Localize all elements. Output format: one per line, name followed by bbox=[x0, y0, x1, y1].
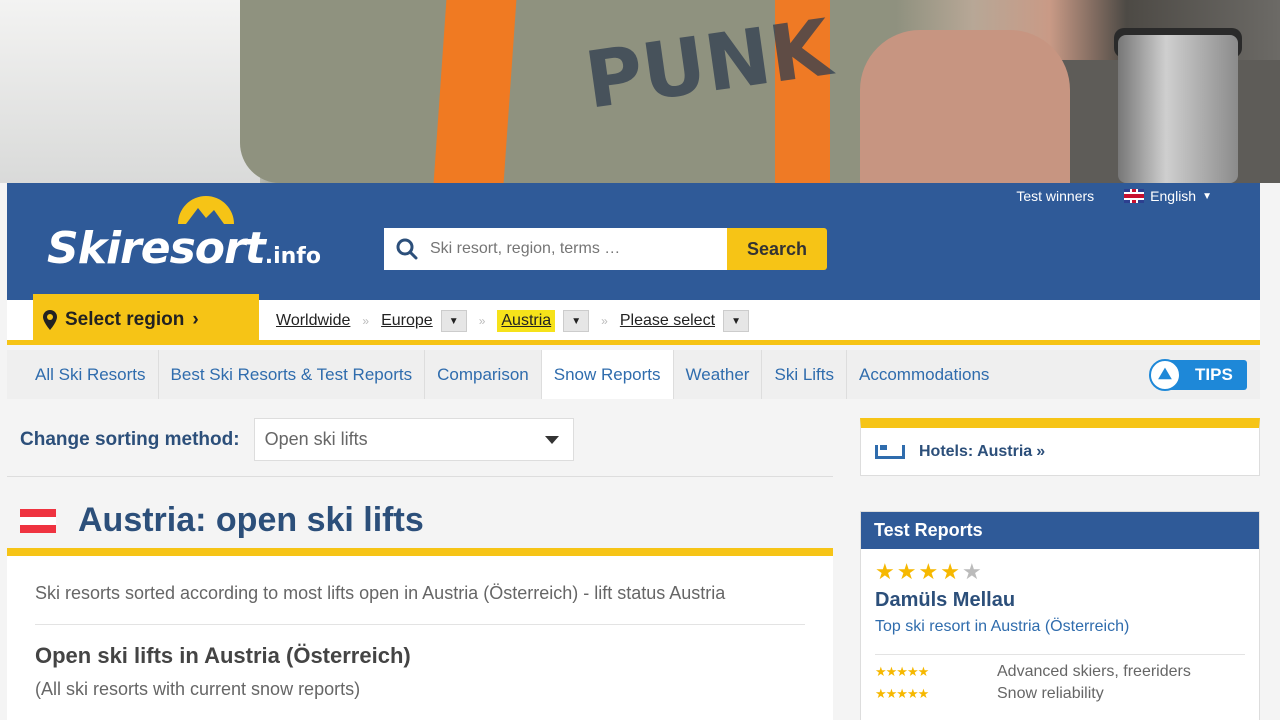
select-region-label: Select region bbox=[65, 308, 185, 330]
sorting-row: Change sorting method: Open ski lifts bbox=[20, 418, 574, 461]
tab-all-ski-resorts[interactable]: All Ski Resorts bbox=[23, 350, 159, 399]
chevron-down-icon: ▼ bbox=[1202, 190, 1212, 202]
tab-snow-reports[interactable]: Snow Reports bbox=[541, 350, 674, 399]
five-star-icon: ★★★★★ bbox=[875, 664, 929, 679]
search-button[interactable]: Search bbox=[727, 228, 827, 270]
uk-flag-icon bbox=[1124, 189, 1145, 203]
map-pin-icon bbox=[43, 309, 57, 330]
language-selector[interactable]: English ▼ bbox=[1124, 188, 1212, 204]
star-icon: ★ bbox=[875, 559, 895, 584]
breadcrumb: Worldwide » Europe ▼ » Austria ▼ » Pleas… bbox=[276, 310, 750, 332]
star-icon: ★ bbox=[896, 559, 917, 584]
tab-ski-lifts[interactable]: Ski Lifts bbox=[762, 350, 848, 399]
sorting-select[interactable]: Open ski lifts bbox=[253, 418, 574, 461]
resort-description-link[interactable]: Top ski resort in Austria (Österreich) bbox=[875, 618, 1245, 655]
select-region-button[interactable]: Select region › bbox=[33, 294, 259, 345]
double-chevron-right-icon: » bbox=[1036, 442, 1046, 460]
search-input[interactable] bbox=[430, 240, 720, 258]
breadcrumb-austria[interactable]: Austria bbox=[497, 310, 556, 332]
main-content: Ski resorts sorted according to most lif… bbox=[7, 548, 833, 720]
language-label: English bbox=[1150, 188, 1197, 204]
tab-comparison[interactable]: Comparison bbox=[425, 350, 542, 399]
breadcrumb-separator: » bbox=[478, 314, 486, 328]
test-reports-widget: Test Reports ★ ★ ★ ★ ★ Damüls Mellau Top… bbox=[860, 511, 1260, 720]
tips-button[interactable]: ⛰ TIPS bbox=[1149, 359, 1247, 391]
bed-icon bbox=[875, 444, 905, 459]
site-header: Skiresort.info Test winners English ▼ Sk… bbox=[7, 183, 1260, 300]
breadcrumb-europe[interactable]: Europe bbox=[381, 312, 433, 330]
sorting-label: Change sorting method: bbox=[20, 428, 240, 450]
logo-sun-icon bbox=[178, 196, 234, 224]
resort-star-rating: ★ ★ ★ ★ ★ bbox=[875, 561, 1259, 583]
austria-flag-icon bbox=[20, 508, 56, 533]
chevron-down-icon bbox=[544, 435, 559, 444]
test-winners-link[interactable]: Test winners bbox=[1016, 188, 1094, 204]
hotels-label: Hotels: Austria bbox=[919, 442, 1033, 460]
test-reports-title: Test Reports bbox=[861, 512, 1259, 549]
hotels-link[interactable]: Hotels: Austria » bbox=[860, 418, 1260, 476]
star-empty-icon: ★ bbox=[961, 559, 982, 584]
search-icon bbox=[396, 238, 418, 260]
austria-dropdown-toggle[interactable]: ▼ bbox=[563, 310, 590, 332]
breadcrumb-bar: Select region › Worldwide » Europe ▼ » A… bbox=[7, 294, 1260, 345]
main-nav: All Ski Resorts Best Ski Resorts & Test … bbox=[7, 350, 1260, 399]
europe-dropdown-toggle[interactable]: ▼ bbox=[440, 310, 467, 332]
page-title: Austria: open ski lifts bbox=[78, 501, 424, 539]
website: Skiresort.info Test winners English ▼ Sk… bbox=[7, 183, 1260, 720]
sorting-value: Open ski lifts bbox=[264, 429, 368, 449]
site-logo[interactable]: Skiresort.info bbox=[47, 223, 321, 274]
tips-label: TIPS bbox=[1195, 365, 1233, 384]
tab-weather[interactable]: Weather bbox=[674, 350, 763, 399]
tab-accommodations[interactable]: Accommodations bbox=[847, 350, 1001, 399]
breadcrumb-worldwide[interactable]: Worldwide bbox=[276, 312, 350, 330]
breadcrumb-separator: » bbox=[601, 314, 608, 328]
section-heading: Open ski lifts in Austria (Österreich) bbox=[35, 643, 411, 668]
breadcrumb-please-select[interactable]: Please select bbox=[620, 312, 715, 330]
top-links: Test winners English ▼ bbox=[1016, 188, 1212, 204]
rating-label: Snow reliability bbox=[997, 685, 1104, 702]
rating-row: ★★★★★ Advanced skiers, freeriders bbox=[875, 663, 1259, 681]
tab-best-ski-resorts[interactable]: Best Ski Resorts & Test Reports bbox=[159, 350, 426, 399]
mountain-icon: ⛰ bbox=[1149, 359, 1181, 391]
star-icon: ★ bbox=[940, 559, 960, 584]
region-dropdown-toggle[interactable]: ▼ bbox=[723, 310, 750, 332]
star-icon: ★ bbox=[918, 559, 939, 584]
breadcrumb-separator: » bbox=[362, 314, 370, 328]
rating-row: ★★★★★ Snow reliability bbox=[875, 685, 1259, 703]
divider bbox=[7, 476, 833, 477]
rating-label: Advanced skiers, freeriders bbox=[997, 663, 1191, 680]
chevron-right-icon: › bbox=[192, 308, 199, 330]
page-title-row: Austria: open ski lifts bbox=[20, 501, 424, 540]
section-subheading: (All ski resorts with current snow repor… bbox=[35, 679, 361, 699]
resort-name-link[interactable]: Damüls Mellau bbox=[875, 589, 1259, 612]
webcam-feed: PUNK bbox=[0, 0, 1280, 183]
five-star-icon: ★★★★★ bbox=[875, 686, 929, 701]
intro-text: Ski resorts sorted according to most lif… bbox=[35, 583, 805, 625]
search-bar: Search bbox=[384, 228, 827, 270]
